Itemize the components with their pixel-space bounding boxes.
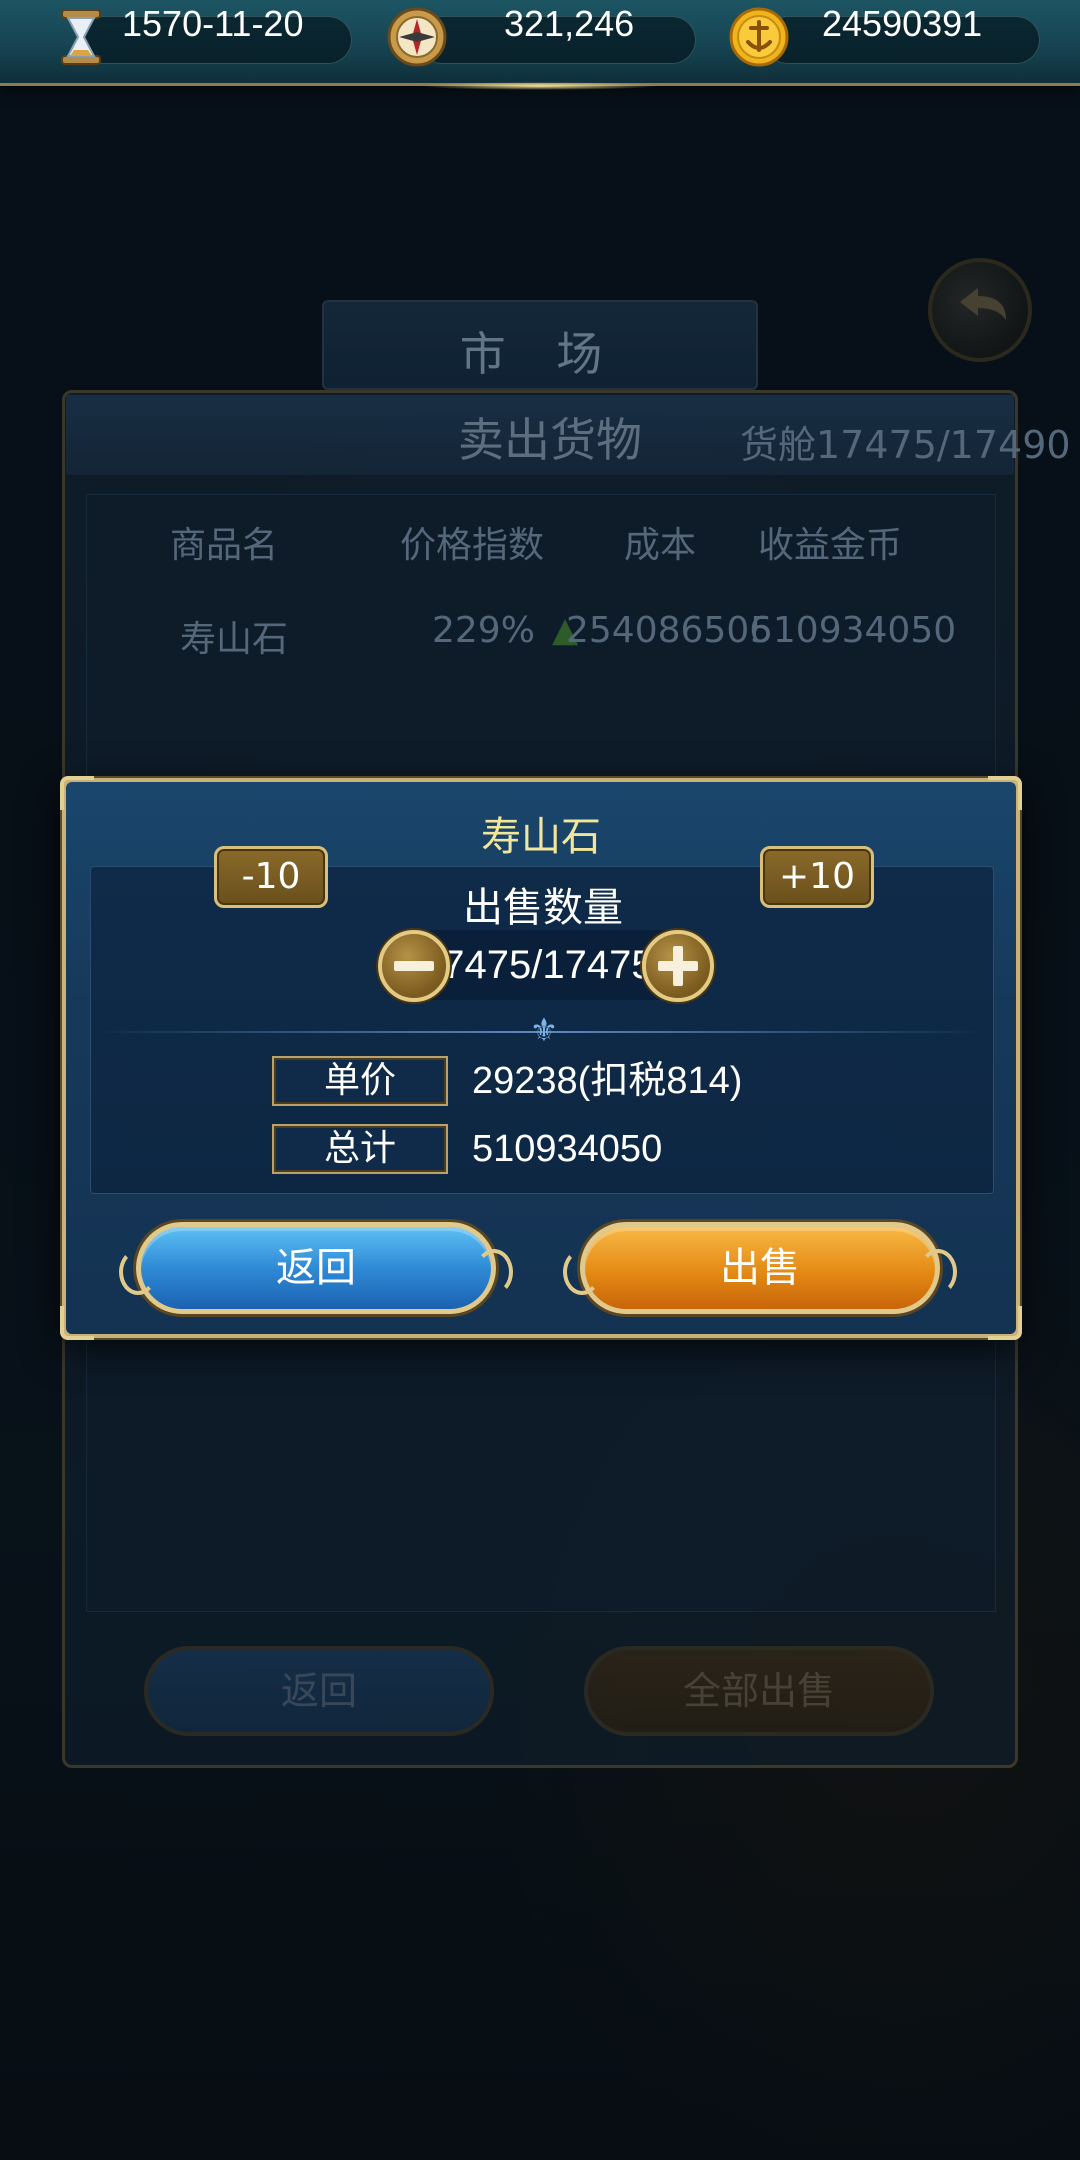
back-arrow-icon (960, 288, 1006, 320)
row-cost: 254086506 (566, 610, 773, 651)
plus-10-button[interactable]: +10 (760, 846, 874, 908)
compass-icon (387, 7, 447, 67)
gold-coin-icon (729, 7, 789, 67)
column-header-cost: 成本 (624, 525, 697, 566)
decrease-button[interactable] (378, 930, 450, 1002)
cargo-capacity: 货舱17475/17490 (740, 423, 1071, 467)
return-button[interactable]: 返回 (119, 1222, 513, 1314)
column-header-revenue: 收益金币 (758, 525, 903, 566)
quantity-display: 17475/17475 (430, 930, 666, 1000)
market-title: 市 场 (459, 327, 621, 381)
sell-goods-title: 卖出货物 (458, 413, 642, 467)
frame-corner (60, 1306, 94, 1340)
increase-button[interactable] (642, 930, 714, 1002)
row-revenue: 510934050 (750, 610, 957, 651)
ornament-icon: ⚜ (529, 1011, 559, 1049)
column-header-name: 商品名 (170, 525, 279, 566)
row-item-name: 寿山石 (180, 619, 289, 660)
row-price-index: 229% (432, 610, 535, 651)
back-arrow-button[interactable] (928, 258, 1032, 362)
column-header-price-index: 价格指数 (400, 525, 545, 566)
total-value: 510934050 (472, 1128, 663, 1170)
hourglass-icon (61, 9, 101, 65)
unit-price-label: 单价 (272, 1056, 448, 1106)
sell-all-button[interactable]: 全部出售 (584, 1646, 934, 1736)
unit-price-value: 29238(扣税814) (472, 1060, 743, 1102)
quantity-value: 17475/17475 (430, 943, 654, 987)
frame-corner (988, 1306, 1022, 1340)
date-text: 1570-11-20 (122, 3, 304, 44)
gold-value: 24590391 (822, 3, 983, 44)
resource-bar: 1570-11-20 321,246 24590391 (0, 0, 1080, 90)
minus-10-button[interactable]: -10 (214, 846, 328, 908)
background-back-button[interactable]: 返回 (144, 1646, 494, 1736)
compass-value: 321,246 (504, 3, 635, 44)
sell-button[interactable]: 出售 (563, 1222, 957, 1314)
total-label: 总计 (272, 1124, 448, 1174)
